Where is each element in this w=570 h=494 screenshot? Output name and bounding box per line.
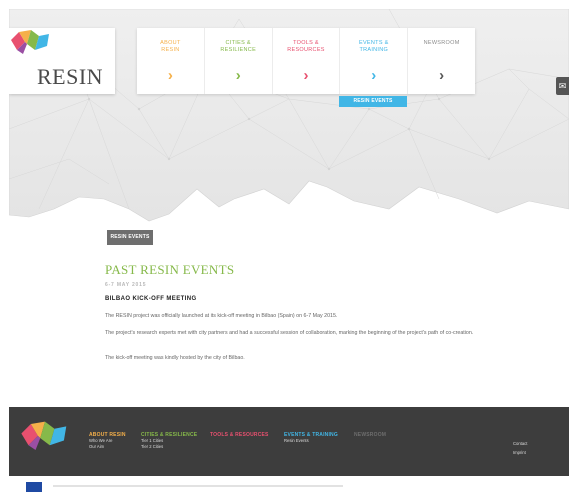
footer-col-cities: CITIES & RESILIENCE Tier 1 Cities Tier 2… <box>141 432 197 450</box>
chevron-right-icon: › <box>439 67 445 84</box>
nav-label: EVENTS & TRAINING <box>358 40 389 53</box>
footer-link-imprint[interactable]: Imprint <box>513 450 526 455</box>
footer-col-newsroom: NEWSROOM <box>354 432 386 438</box>
breadcrumb[interactable]: RESIN EVENTS <box>107 230 153 245</box>
nav-label: TOOLS & RESOURCES <box>287 40 325 53</box>
article-paragraph: The RESIN project was officially launche… <box>105 313 338 319</box>
main-nav: ABOUT RESIN › CITIES & RESILIENCE › TOOL… <box>137 28 475 94</box>
mail-icon[interactable]: ✉ <box>556 77 569 95</box>
chevron-right-icon: › <box>235 67 241 84</box>
nav-newsroom[interactable]: NEWSROOM › <box>408 28 475 94</box>
nav-tools-resources[interactable]: TOOLS & RESOURCES › <box>273 28 341 94</box>
nav-label: ABOUT RESIN <box>160 40 181 53</box>
article-paragraph: The kick-off meeting was kindly hosted b… <box>105 355 245 361</box>
nav-events-training[interactable]: EVENTS & TRAINING › <box>340 28 409 94</box>
logo[interactable]: RESIN <box>9 28 115 94</box>
footer-col-tools: TOOLS & RESOURCES <box>210 432 269 438</box>
subnav-resin-events[interactable]: RESIN EVENTS <box>339 96 407 107</box>
footer-link[interactable]: Tier 2 Cities <box>141 444 197 450</box>
footer-heading[interactable]: NEWSROOM <box>354 432 386 438</box>
funding-notice <box>53 485 343 487</box>
footer-heading[interactable]: TOOLS & RESOURCES <box>210 432 269 438</box>
footer-link[interactable]: Our Aim <box>89 444 126 450</box>
footer-col-about: ABOUT RESIN Who We Are Our Aim <box>89 432 126 450</box>
nav-cities-resilience[interactable]: CITIES & RESILIENCE › <box>205 28 273 94</box>
event-title: BILBAO KICK-OFF MEETING <box>105 296 197 302</box>
footer-link[interactable]: Resin Events <box>284 438 338 444</box>
eu-flag-icon <box>26 482 42 492</box>
chevron-right-icon: › <box>167 67 173 84</box>
page: RESIN ABOUT RESIN › CITIES & RESILIENCE … <box>9 9 569 494</box>
nav-label: CITIES & RESILIENCE <box>220 40 257 53</box>
logo-text: RESIN <box>37 64 104 89</box>
nav-label: NEWSROOM <box>423 40 460 46</box>
resin-logo-mark-icon <box>11 30 49 54</box>
page-title: PAST RESIN EVENTS <box>105 262 235 277</box>
hero-banner: RESIN ABOUT RESIN › CITIES & RESILIENCE … <box>9 9 569 229</box>
event-date: 6-7 MAY 2015 <box>105 282 147 288</box>
chevron-right-icon: › <box>371 67 377 84</box>
nav-about-resin[interactable]: ABOUT RESIN › <box>137 28 205 94</box>
chevron-right-icon: › <box>303 67 309 84</box>
footer-link-contact[interactable]: Contact <box>513 441 527 446</box>
footer-col-events: EVENTS & TRAINING Resin Events <box>284 432 338 444</box>
article-paragraph: The project's research experts met with … <box>105 330 474 336</box>
footer: ABOUT RESIN Who We Are Our Aim CITIES & … <box>9 407 569 476</box>
resin-logo-mark-icon[interactable] <box>19 419 71 455</box>
